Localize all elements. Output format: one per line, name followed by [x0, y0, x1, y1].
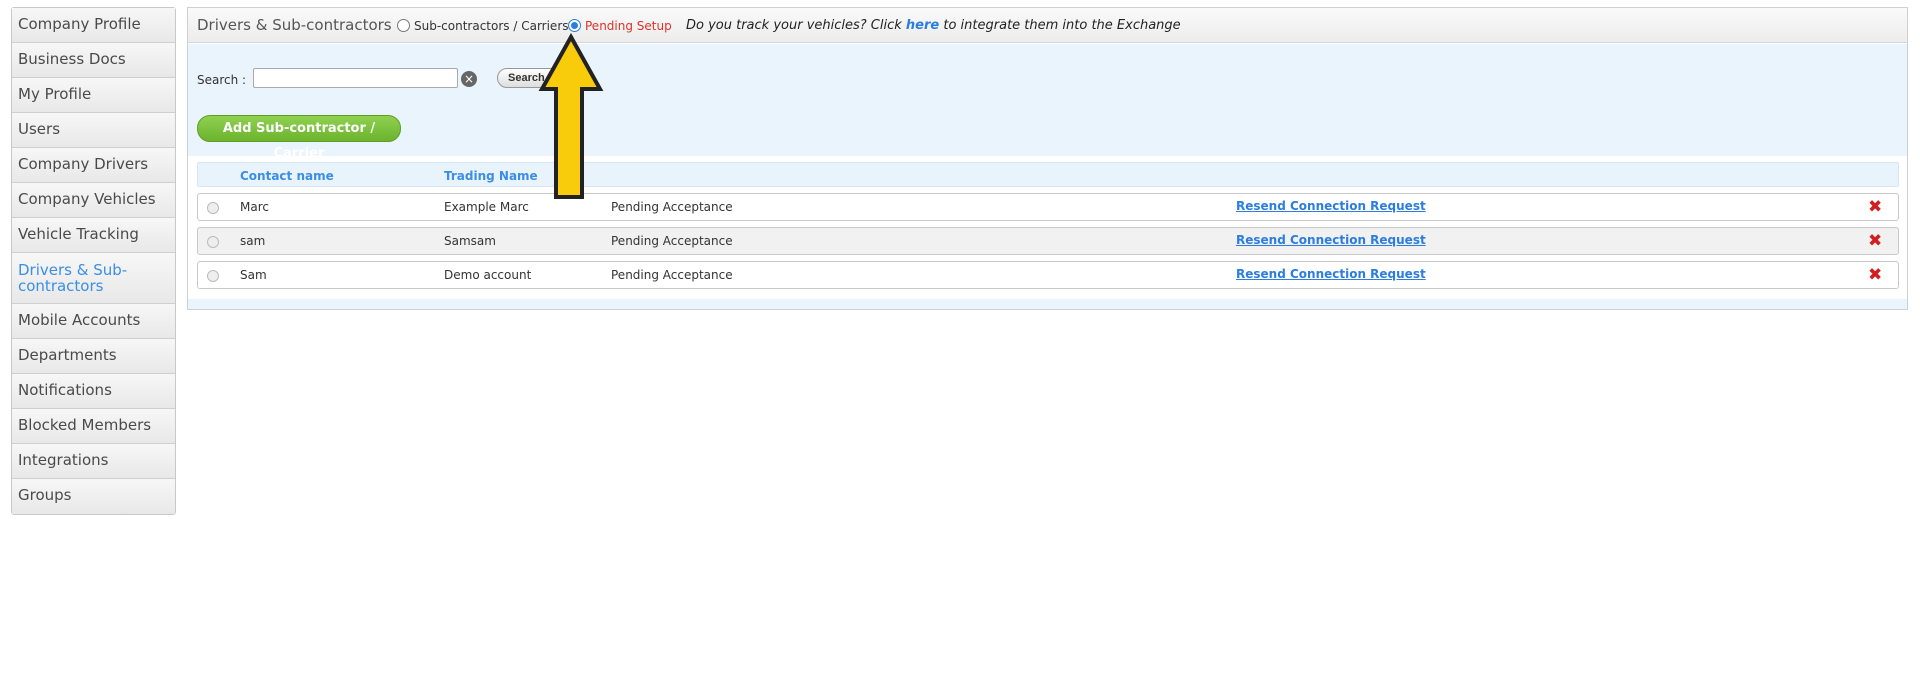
sidebar-item-company-profile[interactable]: Company Profile [12, 8, 175, 43]
status-cell: Pending Acceptance [611, 200, 733, 214]
table-row: sam Samsam Pending Acceptance Resend Con… [197, 227, 1899, 255]
column-trading-name[interactable]: Trading Name [444, 169, 538, 183]
radio-pending-setup[interactable] [568, 19, 581, 32]
sidebar-item-groups[interactable]: Groups [12, 479, 175, 514]
add-subcontractor-button[interactable]: Add Sub-contractor / Carrier [197, 115, 401, 161]
search-label: Search : [197, 73, 247, 87]
table-header: Contact name Trading Name [197, 162, 1899, 187]
tracking-prompt: Do you track your vehicles? Click here t… [686, 18, 1181, 33]
row-status-icon [207, 236, 219, 248]
sidebar: Company Profile Business Docs My Profile… [11, 7, 176, 515]
sidebar-item-blocked-members[interactable]: Blocked Members [12, 409, 175, 444]
sidebar-item-drivers-subcontractors[interactable]: Drivers & Sub-contractors [12, 253, 175, 304]
red-x-icon[interactable]: ✖ [1868, 265, 1882, 285]
row-status-icon [207, 202, 219, 214]
table-row: Marc Example Marc Pending Acceptance Res… [197, 193, 1899, 221]
row-status-icon [207, 270, 219, 282]
sidebar-item-my-profile[interactable]: My Profile [12, 78, 175, 113]
status-cell: Pending Acceptance [611, 268, 733, 282]
tracking-here-link[interactable]: here [906, 18, 939, 33]
trading-name-cell: Samsam [444, 234, 496, 248]
sidebar-item-company-drivers[interactable]: Company Drivers [12, 148, 175, 183]
resend-request-link[interactable]: Resend Connection Request [1236, 199, 1426, 213]
page-title: Drivers & Sub-contractors [197, 16, 392, 34]
contact-name-cell: sam [240, 234, 266, 248]
table-row: Sam Demo account Pending Acceptance Rese… [197, 261, 1899, 289]
sidebar-item-departments[interactable]: Departments [12, 339, 175, 374]
red-x-icon[interactable]: ✖ [1868, 197, 1882, 217]
radio-subcontractors[interactable] [397, 19, 410, 32]
status-cell: Pending Acceptance [611, 234, 733, 248]
sidebar-item-company-vehicles[interactable]: Company Vehicles [12, 183, 175, 218]
contact-name-cell: Marc [240, 200, 269, 214]
column-contact-name[interactable]: Contact name [240, 169, 334, 183]
panel-footer-strip [188, 299, 1907, 309]
sidebar-item-vehicle-tracking[interactable]: Vehicle Tracking [12, 218, 175, 253]
pending-table: Contact name Trading Name Marc Example M… [197, 162, 1899, 289]
sidebar-item-business-docs[interactable]: Business Docs [12, 43, 175, 78]
red-x-icon[interactable]: ✖ [1868, 231, 1882, 251]
trading-name-cell: Demo account [444, 268, 532, 282]
search-input[interactable] [253, 68, 458, 88]
trading-name-cell: Example Marc [444, 200, 529, 214]
radio-subcontractors-label[interactable]: Sub-contractors / Carriers [414, 19, 569, 33]
resend-request-link[interactable]: Resend Connection Request [1236, 267, 1426, 281]
search-area: Search : × Search Add Sub-contractor / C… [188, 44, 1907, 161]
sidebar-item-mobile-accounts[interactable]: Mobile Accounts [12, 304, 175, 339]
sidebar-item-users[interactable]: Users [12, 113, 175, 148]
clear-circle-icon[interactable]: × [461, 71, 477, 87]
resend-request-link[interactable]: Resend Connection Request [1236, 233, 1426, 247]
sidebar-item-integrations[interactable]: Integrations [12, 444, 175, 479]
radio-pending-setup-label[interactable]: Pending Setup [585, 19, 672, 33]
main-panel: Drivers & Sub-contractors Sub-contractor… [187, 7, 1908, 310]
contact-name-cell: Sam [240, 268, 267, 282]
tracking-prompt-suffix: to integrate them into the Exchange [943, 18, 1181, 33]
sidebar-item-notifications[interactable]: Notifications [12, 374, 175, 409]
tracking-prompt-prefix: Do you track your vehicles? Click [686, 18, 902, 33]
up-arrow-annotation-icon [538, 33, 604, 199]
panel-header: Drivers & Sub-contractors Sub-contractor… [188, 8, 1907, 43]
